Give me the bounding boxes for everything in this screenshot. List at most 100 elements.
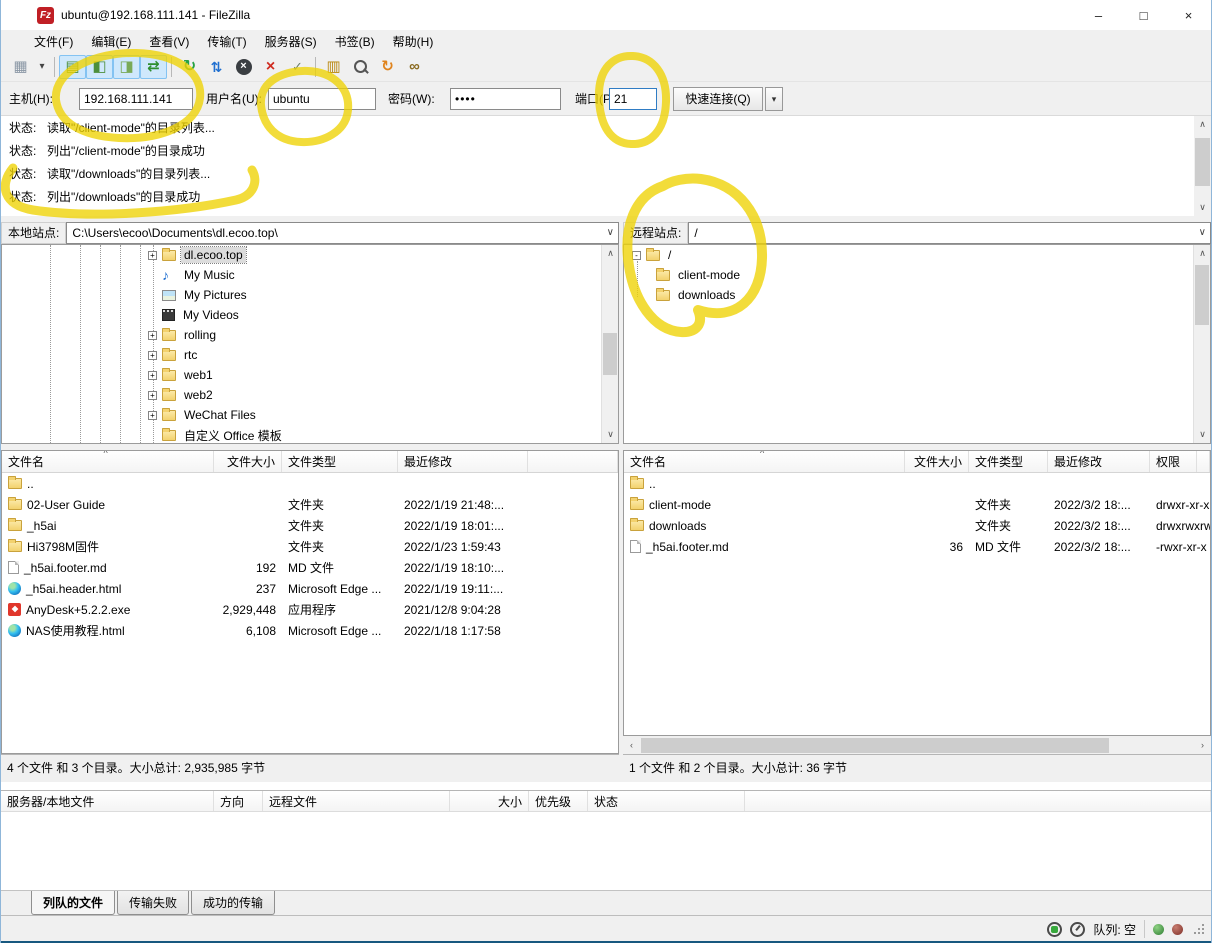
column-header[interactable]: 最近修改: [1048, 451, 1150, 472]
local-path-combo[interactable]: C:\Users\ecoo\Documents\dl.ecoo.top\ ∨: [66, 222, 619, 244]
column-header[interactable]: 权限: [1150, 451, 1197, 472]
menu-item[interactable]: 书签(B): [326, 31, 384, 52]
resize-grip[interactable]: [1193, 923, 1205, 935]
scroll-up-icon[interactable]: ∧: [602, 245, 619, 262]
toggle-message-log-icon[interactable]: ▤: [59, 55, 86, 79]
scrollbar-thumb[interactable]: [1195, 265, 1209, 325]
tree-expand-icon[interactable]: +: [148, 411, 157, 420]
disconnect-icon[interactable]: ×: [257, 55, 284, 79]
remote-tree-scrollbar[interactable]: ∧ ∨: [1193, 245, 1210, 443]
tree-item-label[interactable]: My Videos: [180, 307, 242, 323]
file-row[interactable]: ..: [624, 473, 1210, 494]
tree-expand-icon[interactable]: +: [148, 391, 157, 400]
menu-item[interactable]: 编辑(E): [82, 31, 140, 52]
tree-item[interactable]: My Videos: [2, 305, 618, 325]
chevron-down-icon[interactable]: ∨: [1199, 223, 1206, 243]
scroll-up-icon[interactable]: ∧: [1194, 245, 1211, 262]
site-manager-icon[interactable]: ▦: [7, 55, 34, 79]
tree-item[interactable]: client-mode: [624, 265, 1210, 285]
local-tree-scrollbar[interactable]: ∧ ∨: [601, 245, 618, 443]
queue-settings-gear-icon[interactable]: [1047, 922, 1062, 937]
menu-item[interactable]: 查看(V): [140, 31, 198, 52]
port-input[interactable]: [609, 88, 657, 110]
menu-item[interactable]: 传输(T): [198, 31, 255, 52]
column-header[interactable]: 文件大小: [214, 451, 282, 472]
log-scrollbar[interactable]: ∧ ∨: [1194, 116, 1211, 216]
scroll-down-icon[interactable]: ∨: [602, 426, 619, 443]
quickconnect-dropdown-icon[interactable]: ▾: [765, 87, 783, 111]
tree-item-label[interactable]: My Music: [181, 267, 238, 283]
tree-expand-icon[interactable]: +: [148, 331, 157, 340]
process-queue-icon[interactable]: ⇅: [203, 55, 230, 79]
site-manager-dropdown-icon[interactable]: ▾: [34, 55, 50, 79]
tree-item-label[interactable]: web2: [181, 387, 216, 403]
queue-tab[interactable]: 传输失败: [117, 891, 189, 915]
username-input[interactable]: [268, 88, 376, 110]
file-row[interactable]: NAS使用教程.html6,108Microsoft Edge ...2022/…: [2, 620, 618, 641]
tree-item[interactable]: -/: [624, 245, 1210, 265]
filter-icon[interactable]: [347, 55, 374, 79]
menu-item[interactable]: 帮助(H): [384, 31, 443, 52]
tree-item-label[interactable]: 自定义 Office 模板: [181, 426, 285, 445]
directory-comparison-icon[interactable]: ▥: [320, 55, 347, 79]
tree-expand-icon[interactable]: +: [148, 351, 157, 360]
synchronized-browsing-icon[interactable]: ↻: [374, 55, 401, 79]
queue-column-header[interactable]: 方向: [214, 791, 263, 811]
tree-item-label[interactable]: /: [665, 247, 674, 263]
chevron-down-icon[interactable]: ∨: [607, 223, 614, 243]
tree-item[interactable]: 自定义 Office 模板: [2, 425, 618, 444]
file-row[interactable]: _h5ai文件夹2022/1/19 18:01:...: [2, 515, 618, 536]
tree-item-label[interactable]: downloads: [675, 287, 738, 303]
tree-item[interactable]: + rtc: [2, 345, 618, 365]
tree-item-label[interactable]: rolling: [181, 327, 219, 343]
scrollbar-thumb[interactable]: [603, 333, 617, 375]
column-header[interactable]: 文件类型: [282, 451, 398, 472]
column-header[interactable]: 文件名^: [624, 451, 905, 472]
speed-limit-icon[interactable]: [1070, 922, 1085, 937]
tree-item-label[interactable]: rtc: [181, 347, 200, 363]
host-input[interactable]: [79, 88, 193, 110]
tree-item[interactable]: ♪My Music: [2, 265, 618, 285]
queue-tab[interactable]: 成功的传输: [191, 891, 275, 915]
reconnect-icon[interactable]: ✓: [284, 55, 311, 79]
remote-path-combo[interactable]: / ∨: [688, 222, 1211, 244]
toggle-transfer-queue-icon[interactable]: ⇄: [140, 55, 167, 79]
tree-item[interactable]: My Pictures: [2, 285, 618, 305]
tree-item-label[interactable]: WeChat Files: [181, 407, 259, 423]
password-input[interactable]: [450, 88, 561, 110]
file-row[interactable]: 02-User Guide文件夹2022/1/19 21:48:...: [2, 494, 618, 515]
queue-column-header[interactable]: 优先级: [529, 791, 588, 811]
menu-item[interactable]: 服务器(S): [256, 31, 326, 52]
file-row[interactable]: _h5ai.footer.md36MD 文件2022/3/2 18:...-rw…: [624, 536, 1210, 557]
scroll-up-icon[interactable]: ∧: [1194, 116, 1211, 133]
file-row[interactable]: ..: [2, 473, 618, 494]
column-header[interactable]: 文件类型: [969, 451, 1048, 472]
column-header[interactable]: 文件大小: [905, 451, 969, 472]
queue-column-header[interactable]: 状态: [588, 791, 745, 811]
column-header[interactable]: 文件名^: [2, 451, 214, 472]
file-row[interactable]: Hi3798M固件文件夹2022/1/23 1:59:43: [2, 536, 618, 557]
queue-tab[interactable]: 列队的文件: [31, 891, 115, 915]
tree-item-label[interactable]: client-mode: [675, 267, 743, 283]
file-row[interactable]: client-mode文件夹2022/3/2 18:...drwxr-xr-x: [624, 494, 1210, 515]
remote-horizontal-scrollbar[interactable]: ‹ ›: [623, 737, 1211, 754]
queue-column-header[interactable]: 大小: [450, 791, 529, 811]
tree-item[interactable]: + web2: [2, 385, 618, 405]
scroll-right-icon[interactable]: ›: [1194, 737, 1211, 754]
scrollbar-thumb[interactable]: [1195, 138, 1210, 186]
tree-item[interactable]: +dl.ecoo.top: [2, 245, 618, 265]
cancel-icon[interactable]: ×: [230, 55, 257, 79]
file-row[interactable]: _h5ai.header.html237Microsoft Edge ...20…: [2, 578, 618, 599]
maximize-button[interactable]: □: [1121, 0, 1166, 30]
tree-expand-icon[interactable]: +: [148, 371, 157, 380]
file-row[interactable]: downloads文件夹2022/3/2 18:...drwxrwxrwx: [624, 515, 1210, 536]
scroll-down-icon[interactable]: ∨: [1194, 199, 1211, 216]
menu-item[interactable]: 文件(F): [25, 31, 82, 52]
queue-column-header[interactable]: 服务器/本地文件: [1, 791, 214, 811]
tree-item-label[interactable]: dl.ecoo.top: [181, 247, 246, 263]
tree-item[interactable]: + web1: [2, 365, 618, 385]
tree-item-label[interactable]: web1: [181, 367, 216, 383]
tree-item[interactable]: + rolling: [2, 325, 618, 345]
tree-item[interactable]: + WeChat Files: [2, 405, 618, 425]
quickconnect-button[interactable]: 快速连接(Q): [673, 87, 763, 111]
